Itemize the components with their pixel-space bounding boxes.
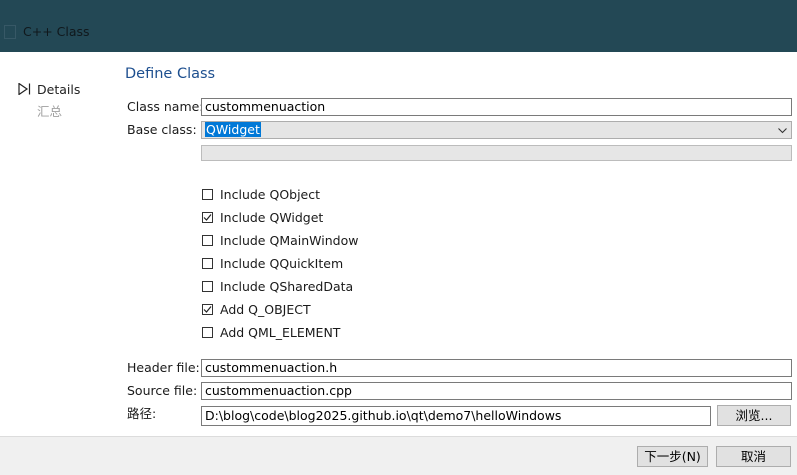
- checkmark-icon: [203, 214, 212, 221]
- class-name-input[interactable]: custommenuaction: [201, 98, 792, 116]
- sidebar-item-details[interactable]: Details: [18, 82, 80, 98]
- checkbox-box[interactable]: [202, 189, 213, 200]
- current-step-arrow-icon: [18, 83, 31, 95]
- browse-button[interactable]: 浏览...: [717, 405, 791, 426]
- checkbox-box[interactable]: [202, 281, 213, 292]
- checkmark-icon: [203, 306, 212, 313]
- page-title: Define Class: [125, 66, 216, 82]
- header-file-label: Header file:: [127, 360, 200, 375]
- class-info-bar: [201, 145, 792, 161]
- source-file-label: Source file:: [127, 383, 198, 398]
- checkbox-box[interactable]: [202, 327, 213, 338]
- path-label: 路径:: [127, 406, 157, 421]
- source-file-input[interactable]: custommenuaction.cpp: [201, 382, 792, 400]
- path-input[interactable]: D:\blog\code\blog2025.github.io\qt\demo7…: [201, 406, 711, 426]
- sidebar-item-label: 汇总: [37, 104, 63, 119]
- base-class-select[interactable]: QWidget: [201, 121, 792, 139]
- checkbox-box[interactable]: [202, 235, 213, 246]
- checkbox-label: Include QObject: [220, 187, 321, 202]
- checkbox-label: Include QQuickItem: [220, 256, 344, 271]
- app-icon: [4, 25, 16, 39]
- checkbox-box[interactable]: [202, 212, 213, 223]
- sidebar-item-summary[interactable]: 汇总: [37, 104, 62, 120]
- checkbox-box[interactable]: [202, 258, 213, 269]
- checkbox-box[interactable]: [202, 304, 213, 315]
- sidebar-item-label: Details: [37, 82, 81, 97]
- window-title: C++ Class: [23, 24, 90, 39]
- wizard-footer: 下一步(N) 取消: [0, 436, 797, 475]
- title-bar: C++ Class: [0, 0, 797, 52]
- checkbox-label: Add Q_OBJECT: [220, 302, 311, 317]
- cancel-button[interactable]: 取消: [716, 446, 791, 467]
- header-file-input[interactable]: custommenuaction.h: [201, 359, 792, 377]
- chevron-down-icon: [778, 128, 787, 134]
- wizard-sidebar: Details 汇总: [0, 52, 110, 436]
- checkbox-label: Include QSharedData: [220, 279, 354, 294]
- checkbox-label: Include QMainWindow: [220, 233, 359, 248]
- base-class-label: Base class:: [127, 122, 197, 137]
- base-class-value: QWidget: [205, 122, 261, 137]
- checkbox-label: Include QWidget: [220, 210, 324, 225]
- next-button[interactable]: 下一步(N): [637, 446, 708, 467]
- class-name-label: Class name:: [127, 99, 204, 114]
- checkbox-label: Add QML_ELEMENT: [220, 325, 341, 340]
